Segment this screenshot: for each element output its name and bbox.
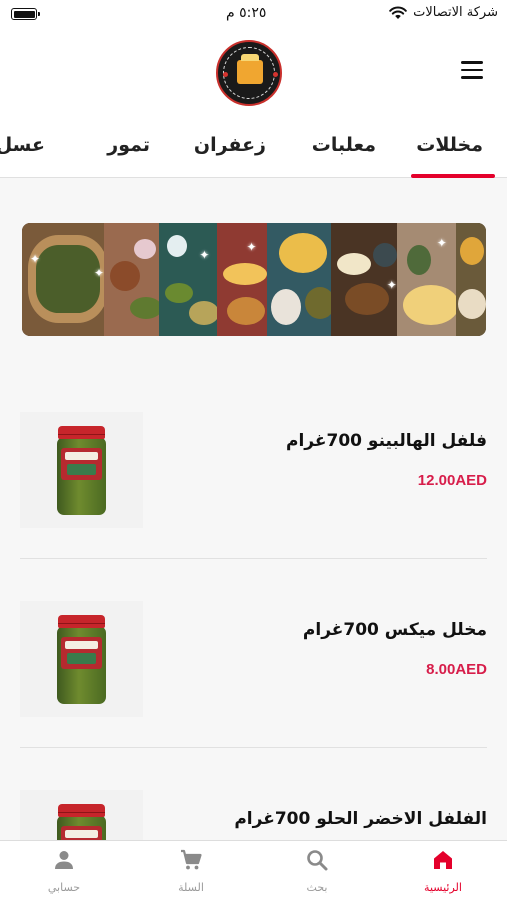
promo-banner[interactable]: ✦ ✦ ✦ ✦ ✦ ✦ — [22, 223, 486, 336]
nav-account[interactable]: حسابي — [19, 841, 109, 900]
hamburger-menu-icon[interactable] — [461, 61, 485, 81]
battery-icon — [11, 8, 40, 20]
product-image[interactable] — [20, 601, 143, 717]
product-price: 8.00AED — [426, 661, 487, 678]
product-name[interactable]: مخلل ميكس 700غرام — [303, 620, 487, 640]
divider — [20, 558, 487, 559]
nav-cart[interactable]: السلة — [146, 841, 236, 900]
brand-logo[interactable] — [216, 40, 282, 106]
pickle-jar-image — [57, 426, 106, 515]
nav-home[interactable]: الرئيسية — [398, 841, 488, 900]
status-time: ٥:٢٥ م — [226, 5, 267, 21]
search-icon — [307, 850, 328, 871]
product-image[interactable] — [20, 412, 143, 528]
account-icon — [55, 851, 73, 869]
tab-pickles[interactable]: مخللات — [416, 134, 483, 156]
tab-dates[interactable]: تمور — [107, 134, 150, 156]
tab-honey[interactable]: عسل — [0, 134, 45, 156]
status-bar: ٥:٢٥ م شركة الاتصالات — [0, 0, 507, 30]
product-card[interactable]: مخلل ميكس 700غرام 8.00AED — [0, 561, 507, 749]
product-name[interactable]: فلفل الهالبينو 700غرام — [286, 431, 487, 451]
product-card[interactable]: فلفل الهالبينو 700غرام 12.00AED — [0, 372, 507, 560]
carrier-name: شركة الاتصالات — [413, 5, 498, 20]
wifi-icon — [389, 6, 407, 19]
bottom-navigation: الرئيسية بحث السلة حسابي — [0, 840, 507, 900]
active-tab-indicator — [411, 174, 495, 178]
app-header — [0, 30, 507, 120]
cart-icon — [181, 849, 202, 870]
pickle-jar-image — [57, 615, 106, 704]
tab-canned-goods[interactable]: معلبات — [312, 134, 376, 156]
product-name[interactable]: الفلفل الاخضر الحلو 700غرام — [234, 809, 487, 829]
nav-search-label: بحث — [306, 881, 328, 894]
nav-home-label: الرئيسية — [424, 881, 462, 894]
nav-account-label: حسابي — [47, 881, 81, 894]
divider — [20, 747, 487, 748]
app-screen: ٥:٢٥ م شركة الاتصالات مخللات معلبات زعفر… — [0, 0, 507, 900]
nav-search[interactable]: بحث — [272, 841, 362, 900]
nav-cart-label: السلة — [178, 881, 204, 894]
home-icon — [434, 851, 452, 869]
tab-saffron[interactable]: زعفران — [194, 134, 266, 156]
product-price: 12.00AED — [417, 472, 487, 489]
category-tabs: مخللات معلبات زعفران تمور عسل — [0, 120, 507, 178]
